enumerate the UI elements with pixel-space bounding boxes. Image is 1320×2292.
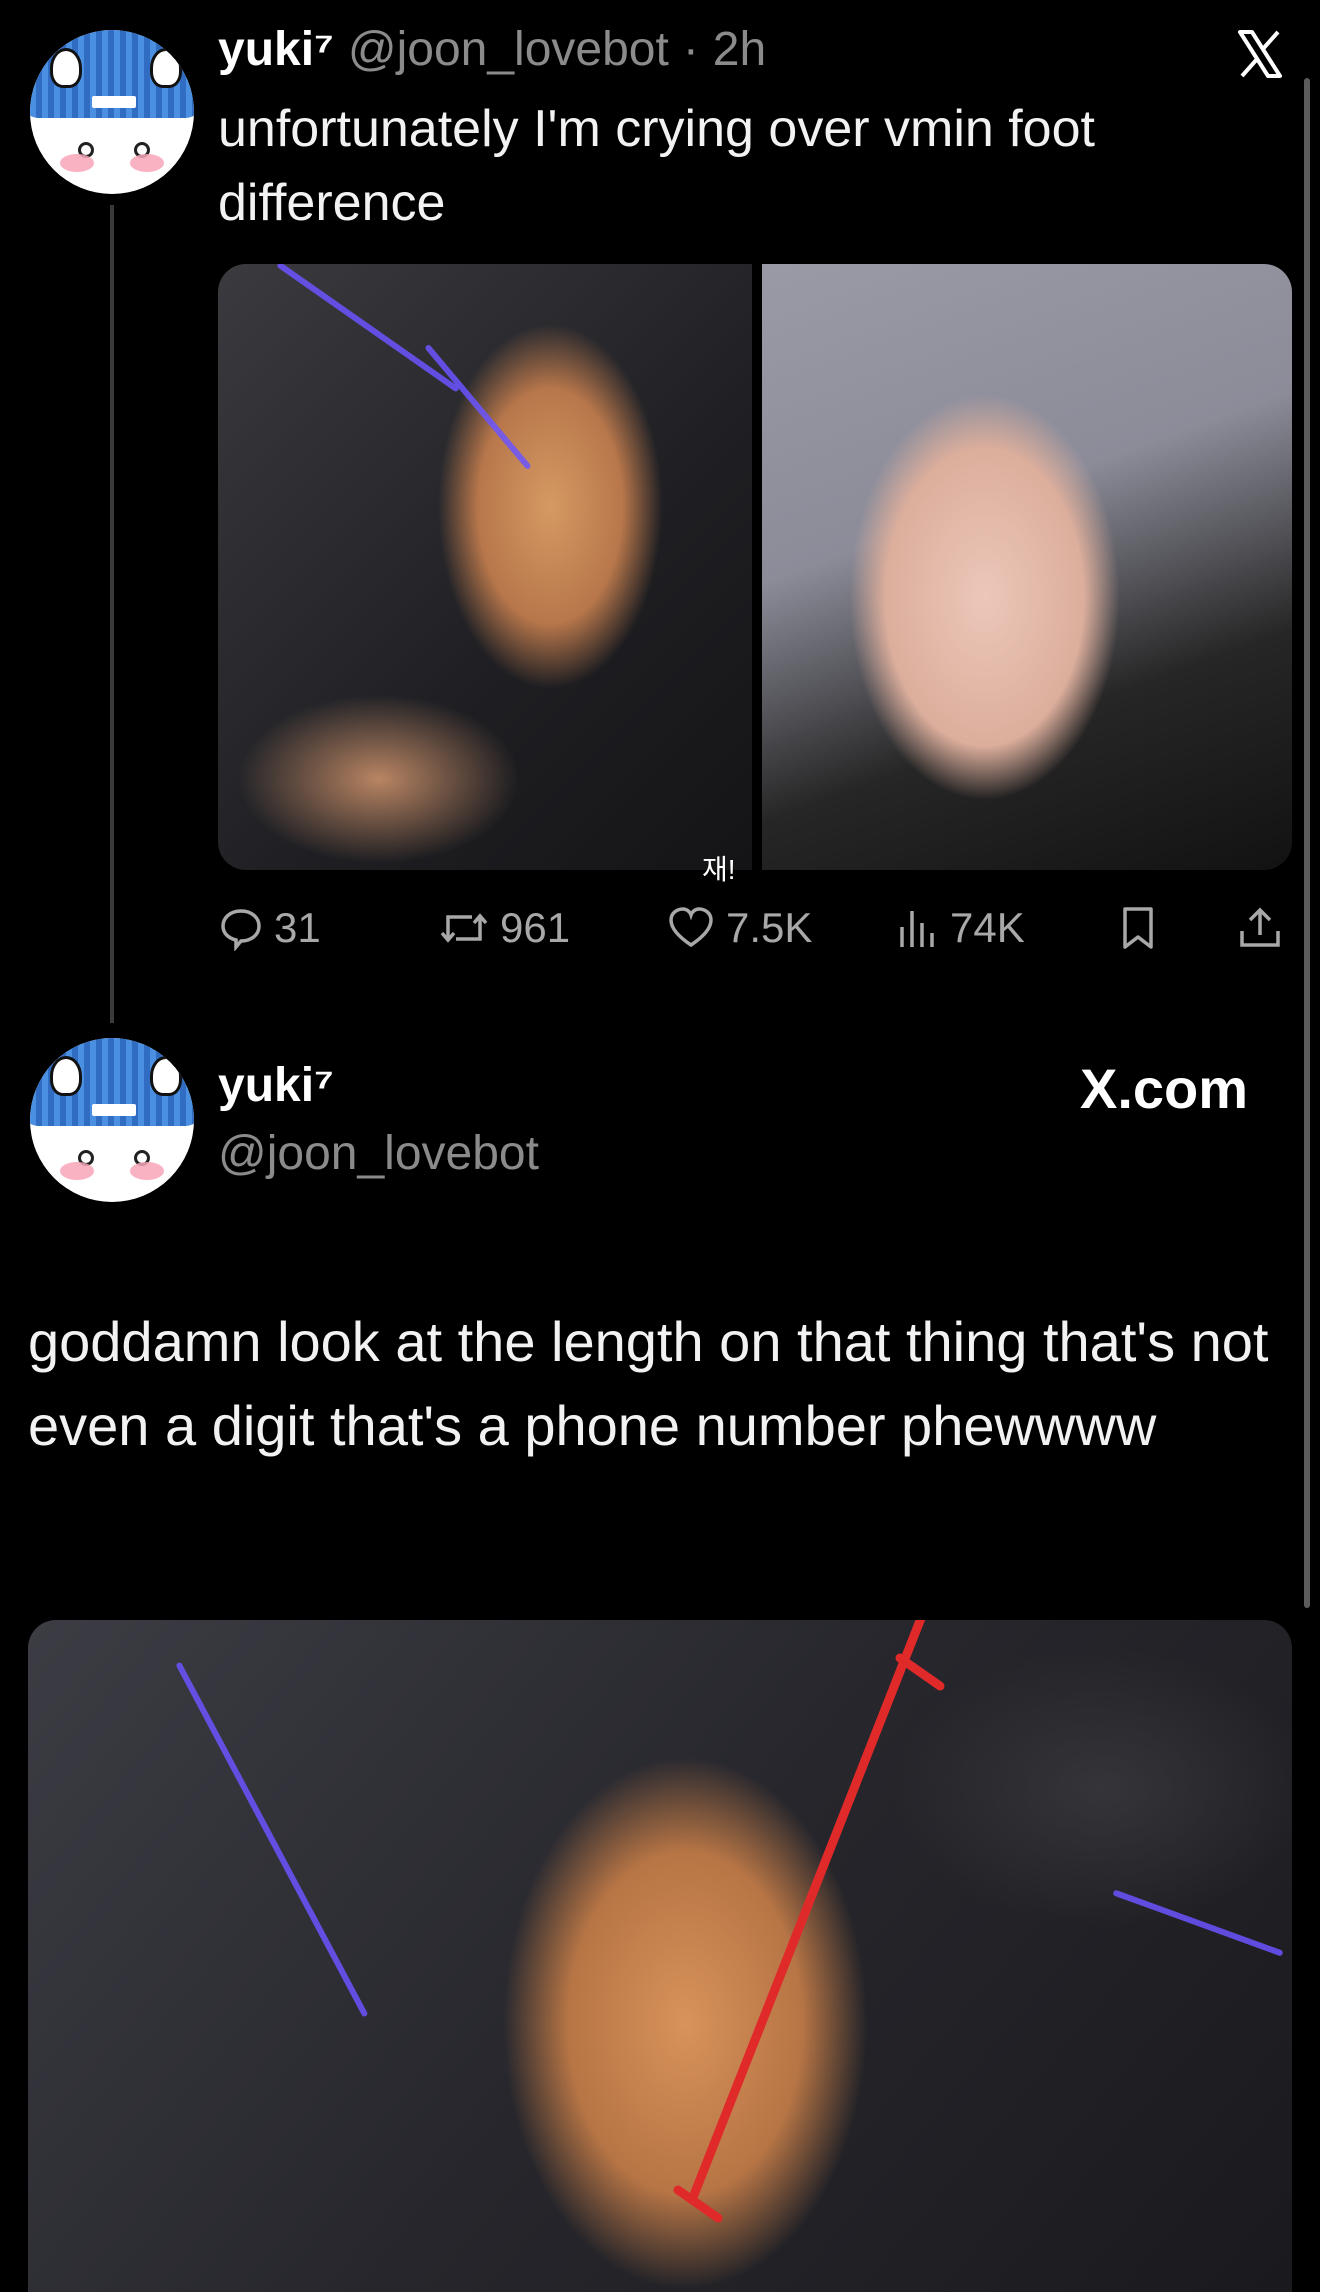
- source-label[interactable]: X.com: [1080, 1056, 1248, 1121]
- reply-button[interactable]: 31: [218, 900, 321, 956]
- retweet-icon: [440, 913, 488, 943]
- timestamp[interactable]: 2h: [713, 22, 766, 77]
- bookmark-icon: [1123, 907, 1153, 949]
- source-text: X.com: [1080, 1057, 1249, 1120]
- x-logo-icon[interactable]: [1232, 26, 1288, 82]
- like-icon: [669, 907, 713, 948]
- tweet-photo-2[interactable]: [762, 264, 1292, 870]
- like-count: 7.5K: [726, 904, 813, 951]
- retweet-count: 961: [500, 904, 571, 951]
- handle[interactable]: @joon_lovebot: [348, 22, 669, 77]
- media-overlay-text: 재!: [702, 854, 736, 885]
- tweet-photo-1[interactable]: [218, 264, 754, 870]
- tweet-photo-annotated[interactable]: [28, 1620, 1292, 2292]
- thread-connector-line: [110, 205, 114, 1023]
- separator-dot: ·: [682, 22, 699, 76]
- tweet-text: unfortunately I'm crying over vmin foot …: [218, 100, 1095, 232]
- retweet-button[interactable]: 961: [438, 900, 570, 956]
- like-button[interactable]: 7.5K: [666, 900, 812, 956]
- views-icon: [900, 911, 934, 947]
- reply-icon: [221, 909, 261, 951]
- tweet-header: yuki⁷ @joon_lovebot · 2h: [218, 18, 766, 80]
- display-name[interactable]: yuki⁷: [218, 1058, 334, 1113]
- handle[interactable]: @joon_lovebot: [218, 1126, 539, 1181]
- tweet-text: goddamn look at the length on that thing…: [28, 1310, 1269, 1457]
- views-button[interactable]: 74K: [896, 900, 1025, 956]
- reply-count: 31: [274, 904, 321, 951]
- share-button[interactable]: [1236, 900, 1284, 956]
- avatar[interactable]: [30, 1038, 194, 1202]
- views-count: 74K: [950, 904, 1025, 951]
- avatar[interactable]: [30, 30, 194, 194]
- annotation-line: [673, 1620, 945, 2223]
- bookmark-button[interactable]: [1118, 900, 1158, 956]
- share-icon: [1240, 907, 1280, 947]
- display-name[interactable]: yuki⁷: [218, 22, 334, 77]
- scrollbar[interactable]: [1304, 78, 1310, 1608]
- media-divider: [752, 264, 762, 870]
